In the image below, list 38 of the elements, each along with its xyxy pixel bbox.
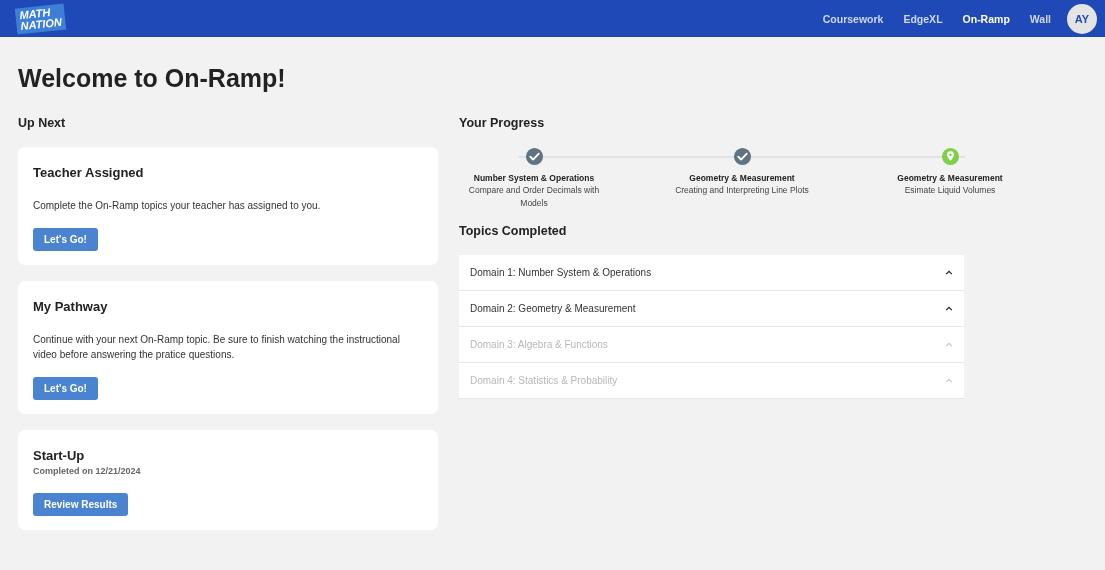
action-button[interactable]: Let's Go! [33, 377, 98, 400]
section-heading: Up Next [18, 115, 67, 131]
action-button[interactable]: Review Results [33, 493, 129, 516]
step-topic: Compare and Order Decimals with Models [467, 184, 601, 210]
page-title: Welcome to On-Ramp! [18, 63, 287, 93]
card-description: Complete the On-Ramp topics your teacher has assigned to you. [33, 199, 322, 213]
domain-label: Domain 1: Number System & Operations [470, 267, 652, 278]
step-domain: Number System & Operations [473, 172, 595, 184]
action-button[interactable]: Let's Go! [33, 228, 98, 251]
step-domain: Geometry & Measurement [897, 172, 1003, 184]
check-icon [732, 147, 752, 166]
avatar[interactable]: AY [1067, 3, 1097, 34]
card-description: Continue with your next On-Ramp topic. Be sure to finish watching the instructional video before answering the pratice questions. [33, 333, 401, 362]
step-topic: Esimate Liquid Volumes [903, 184, 997, 197]
chevron-up-icon [945, 306, 953, 311]
step-domain: Geometry & Measurement [689, 172, 795, 184]
nav-link[interactable]: EdgeXL [893, 12, 953, 25]
domain-row[interactable]: Domain 2: Geometry & Measurement [459, 291, 964, 327]
nav-link[interactable]: On-Ramp [952, 12, 1020, 25]
chevron-up-icon [945, 342, 953, 347]
card-title: My Pathway [33, 299, 109, 314]
section-heading: Topics Completed [459, 223, 568, 239]
check-icon [524, 147, 544, 166]
chevron-up-icon [945, 270, 953, 275]
nav-link[interactable]: Wall [1019, 12, 1061, 25]
domain-label: Domain 2: Geometry & Measurement [470, 303, 636, 314]
location-pin-icon [940, 147, 960, 166]
section-heading: Your Progress [459, 115, 546, 131]
step-topic: Creating and Interpreting Line Plots [674, 184, 810, 197]
domain-row[interactable]: Domain 1: Number System & Operations [459, 255, 964, 291]
logo[interactable]: MATH NATION [14, 3, 67, 34]
domain-label: Domain 4: Statistics & Probability [470, 375, 618, 386]
card-title: Teacher Assigned [33, 165, 145, 180]
domain-label: Domain 3: Algebra & Functions [470, 339, 608, 350]
chevron-up-icon [945, 378, 953, 383]
nav-link[interactable]: Coursework [812, 12, 894, 25]
completed-date: Completed on 12/21/2024 [33, 466, 142, 476]
card-title: Start-Up [33, 448, 86, 463]
